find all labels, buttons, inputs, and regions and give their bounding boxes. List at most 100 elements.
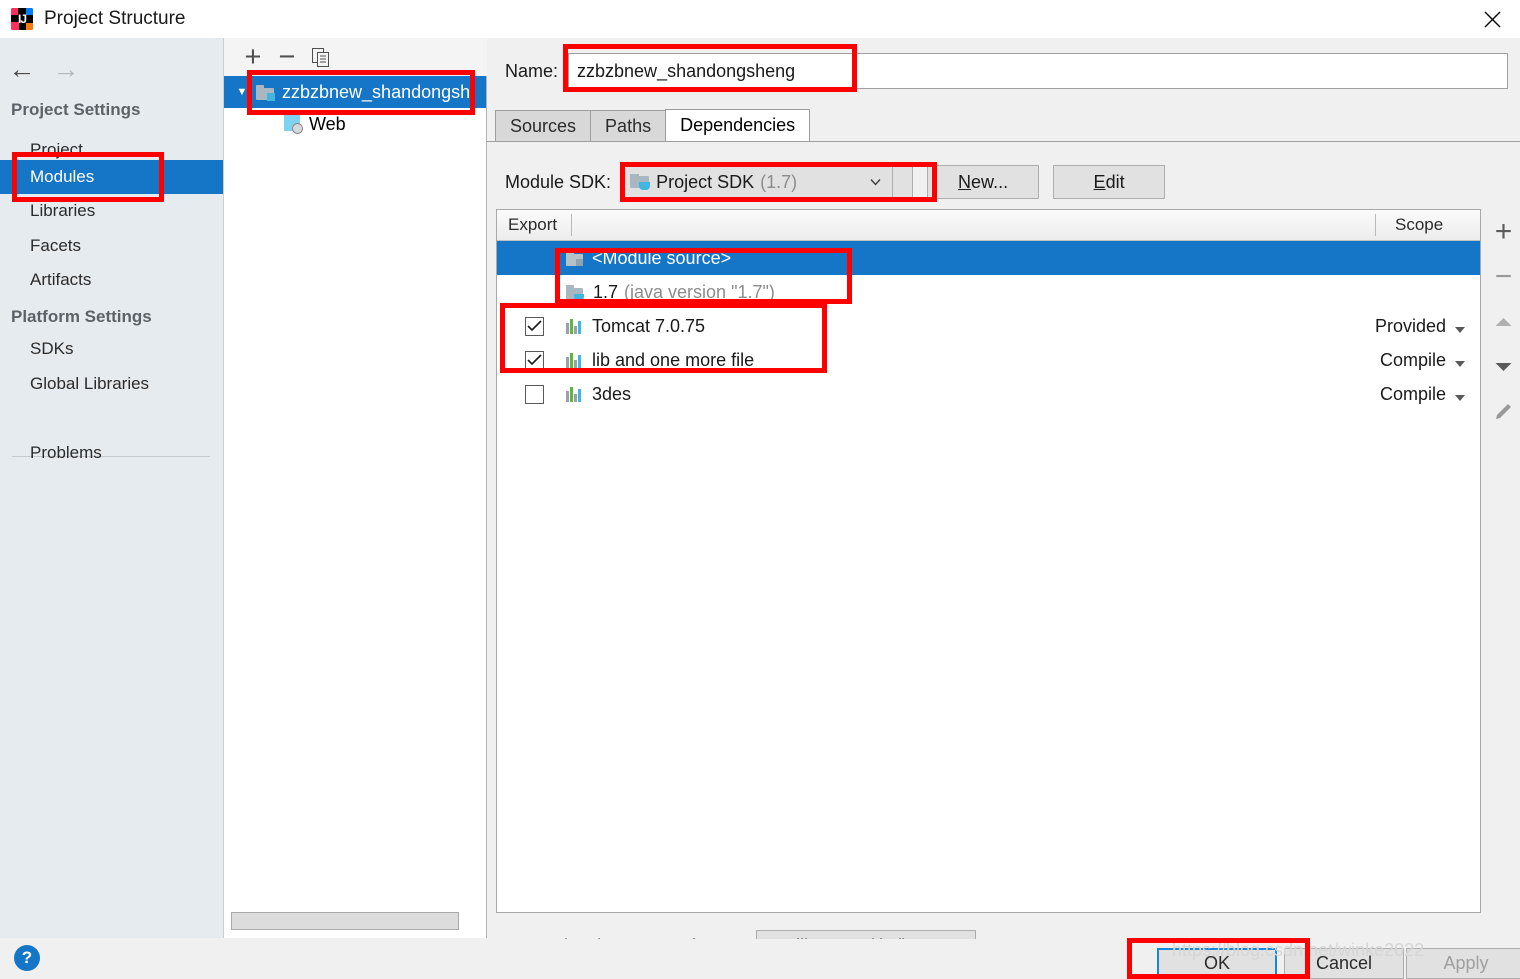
sidebar-item-sdks[interactable]: SDKs (0, 332, 223, 366)
copy-icon[interactable] (304, 41, 338, 73)
intellij-idea-icon: IJ (11, 8, 33, 30)
sidebar-item-label: Libraries (30, 201, 96, 220)
tab-label: Sources (510, 115, 577, 136)
sidebar-item-label: Artifacts (30, 270, 92, 289)
sidebar-item-problems[interactable]: Problems (0, 436, 223, 470)
scope-dropdown[interactable]: Compile (1380, 350, 1466, 371)
module-folder-icon (256, 84, 275, 101)
sidebar-item-libraries[interactable]: Libraries (0, 194, 223, 228)
module-sdk-version: (1.7) (760, 171, 798, 192)
new-button-mnemonic: N (958, 171, 972, 192)
dependency-name: lib and one more file (592, 349, 755, 370)
edit-sdk-button[interactable]: Edit (1053, 165, 1166, 199)
library-icon (566, 352, 583, 368)
module-source-icon (566, 250, 583, 266)
module-sdk-value: Project SDK (656, 171, 755, 192)
dependencies-side-toolbar: + − (1487, 209, 1520, 439)
table-row[interactable]: lib and one more file Compile (497, 343, 1480, 377)
settings-sidebar: ← → Project Settings Project Modules Lib… (0, 38, 224, 938)
new-button-rest: ew... (971, 171, 1009, 192)
triangle-down-icon (1454, 354, 1466, 367)
sidebar-item-label: SDKs (30, 339, 74, 358)
window-title: Project Structure (44, 8, 186, 29)
table-row[interactable]: <Module source> (497, 241, 1480, 275)
library-icon (566, 386, 583, 402)
sidebar-item-artifacts[interactable]: Artifacts (0, 263, 223, 297)
module-sdk-dropdown[interactable]: Project SDK (1.7) (621, 165, 894, 199)
export-checkbox[interactable] (525, 316, 544, 336)
module-sdk-split-button[interactable] (893, 165, 914, 199)
sidebar-item-global-libraries[interactable]: Global Libraries (0, 367, 223, 401)
chevron-down-icon[interactable]: ▼ (230, 86, 254, 98)
sidebar-item-label: Modules (30, 167, 95, 186)
scope-dropdown[interactable]: Provided (1375, 316, 1466, 337)
scope-value: Compile (1379, 349, 1446, 370)
sidebar-group-platform-settings: Platform Settings (11, 307, 152, 326)
scope-dropdown[interactable]: Compile (1380, 384, 1466, 405)
modules-tree-panel: + − ▼ zzbzbnew_shandongsh Web (224, 38, 498, 938)
project-structure-dialog: IJ Project Structure ← → Project Setting… (0, 0, 1520, 979)
sidebar-item-modules[interactable]: Modules (0, 160, 223, 194)
sidebar-item-facets[interactable]: Facets (0, 229, 223, 263)
sidebar-item-label: Facets (30, 236, 82, 255)
export-checkbox[interactable] (525, 384, 544, 404)
module-name-input[interactable] (568, 53, 1509, 89)
web-facet-icon (284, 115, 303, 134)
triangle-down-icon[interactable] (1487, 344, 1520, 389)
dependencies-table: Export Scope <Module source> 1.7 (java v… (496, 209, 1481, 913)
module-name-row: Name: (487, 47, 1520, 95)
minus-icon[interactable]: − (270, 41, 304, 73)
triangle-down-icon (1454, 388, 1466, 401)
tab-label: Dependencies (680, 115, 796, 135)
triangle-down-icon (1454, 320, 1466, 333)
watermark-text: https://blog.csdn.net/winke2022 (1172, 940, 1425, 960)
tab-paths[interactable]: Paths (590, 110, 667, 141)
edit-button-rest: dit (1105, 171, 1125, 192)
export-checkbox[interactable] (525, 350, 544, 370)
tree-node-module[interactable]: ▼ zzbzbnew_shandongsh (224, 76, 486, 108)
module-tabs: Sources Paths Dependencies (487, 109, 1520, 142)
title-bar: IJ Project Structure (0, 0, 1520, 38)
table-row[interactable]: Tomcat 7.0.75 Provided (497, 309, 1480, 343)
arrow-right-icon[interactable]: → (44, 47, 88, 91)
scope-value: Provided (1374, 315, 1446, 336)
sidebar-item-label: Problems (30, 443, 102, 462)
sidebar-item-label: Project (30, 140, 83, 159)
modules-tree-toolbar: + − (224, 38, 498, 76)
scope-value: Compile (1379, 383, 1446, 404)
dependency-name: 1.7 (593, 281, 619, 302)
plus-icon[interactable]: + (236, 41, 270, 73)
module-sdk-label: Module SDK: (505, 171, 612, 192)
close-icon[interactable] (1464, 0, 1520, 38)
new-sdk-button[interactable]: New... (927, 165, 1040, 199)
module-sdk-row: Module SDK: Project SDK (1.7) New... Edi… (487, 160, 1520, 204)
triangle-up-icon[interactable] (1487, 299, 1520, 344)
arrow-left-icon[interactable]: ← (0, 47, 44, 91)
tab-sources[interactable]: Sources (495, 110, 592, 141)
column-header-scope[interactable]: Scope (1395, 215, 1443, 235)
sidebar-nav-arrows: ← → (0, 46, 223, 92)
help-question-icon[interactable]: ? (14, 945, 40, 971)
tab-dependencies[interactable]: Dependencies (665, 109, 811, 141)
dependencies-table-header: Export Scope (497, 210, 1480, 241)
plus-icon[interactable]: + (1487, 209, 1520, 254)
table-row[interactable]: 1.7 (java version "1.7") (497, 275, 1480, 309)
column-header-export[interactable]: Export (497, 215, 557, 235)
tree-horizontal-scrollbar[interactable] (231, 912, 459, 930)
tree-node-label: Web (309, 113, 346, 134)
tree-node-label: zzbzbnew_shandongsh (282, 81, 471, 102)
module-name-label: Name: (505, 60, 559, 81)
sidebar-group-project-settings: Project Settings (11, 100, 141, 119)
module-editor-panel: Name: Sources Paths Dependencies Module … (487, 38, 1520, 962)
dependency-name: <Module source> (592, 247, 732, 268)
pencil-icon[interactable] (1487, 389, 1520, 434)
dependency-detail: (java version "1.7") (624, 281, 775, 302)
table-row[interactable]: 3des Compile (497, 377, 1480, 411)
dependency-name: 3des (592, 383, 632, 404)
edit-button-mnemonic: E (1093, 171, 1106, 192)
chevron-down-icon (869, 176, 882, 189)
dependency-name: Tomcat 7.0.75 (592, 315, 706, 336)
tab-label: Paths (605, 115, 652, 136)
jdk-folder-icon (630, 174, 651, 190)
minus-icon[interactable]: − (1487, 254, 1520, 299)
